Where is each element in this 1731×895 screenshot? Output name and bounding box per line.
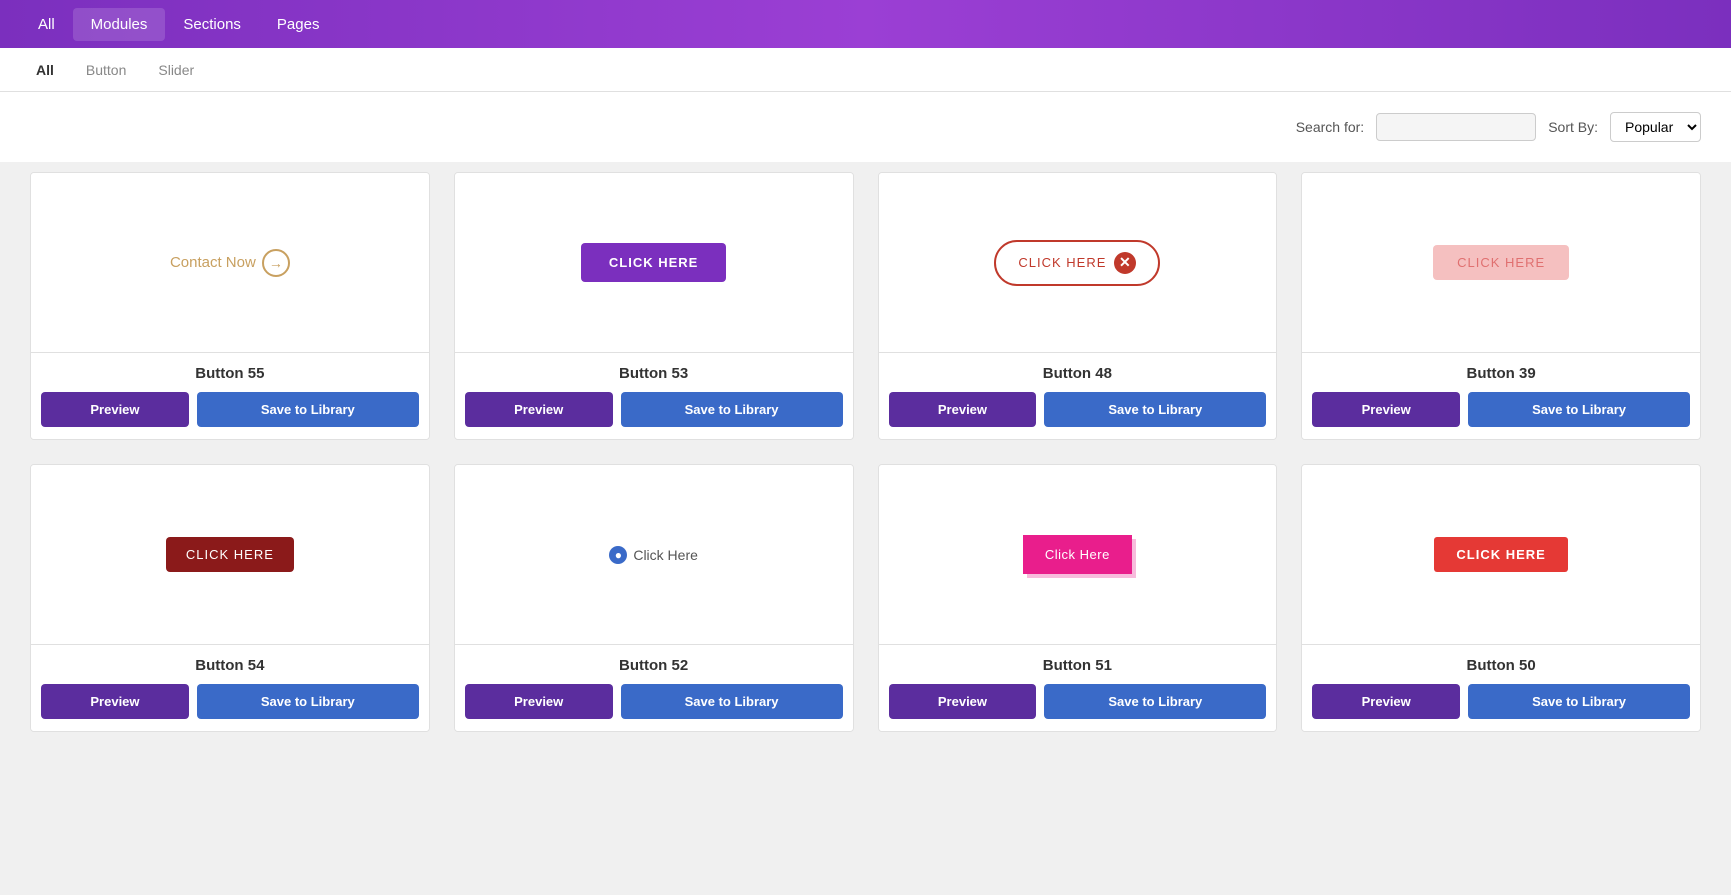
top-nav-sections[interactable]: Sections xyxy=(165,8,259,41)
top-nav-all[interactable]: All xyxy=(20,8,73,41)
sort-select[interactable]: Popular xyxy=(1610,112,1701,142)
btn-55-text: Contact Now xyxy=(170,254,256,271)
card-53-preview-btn[interactable]: Preview xyxy=(465,392,613,427)
btn-55-arrow: → xyxy=(262,249,290,277)
card-51-title: Button 51 xyxy=(889,657,1267,674)
card-52-save-btn[interactable]: Save to Library xyxy=(621,684,843,719)
card-48-preview: CLICK HERE ✕ xyxy=(879,173,1277,353)
card-55-save-btn[interactable]: Save to Library xyxy=(197,392,419,427)
card-52-title: Button 52 xyxy=(465,657,843,674)
card-grid: Contact Now → Button 55 Preview Save to … xyxy=(0,162,1731,762)
card-55-preview-btn[interactable]: Preview xyxy=(41,392,189,427)
card-53-actions: Preview Save to Library xyxy=(465,392,843,427)
card-39-preview-btn[interactable]: Preview xyxy=(1312,392,1460,427)
search-input[interactable] xyxy=(1376,113,1536,141)
search-label: Search for: xyxy=(1296,119,1364,135)
btn-52-text: Click Here xyxy=(633,547,698,563)
card-53-footer: Button 53 Preview Save to Library xyxy=(455,353,853,439)
card-39-footer: Button 39 Preview Save to Library xyxy=(1302,353,1700,439)
card-48-footer: Button 48 Preview Save to Library xyxy=(879,353,1277,439)
sub-nav-button[interactable]: Button xyxy=(70,54,142,86)
btn-style-50: CLICK HERE xyxy=(1434,537,1567,572)
card-55-footer: Button 55 Preview Save to Library xyxy=(31,353,429,439)
sub-nav-slider[interactable]: Slider xyxy=(142,54,210,86)
card-50-preview: CLICK HERE xyxy=(1302,465,1700,645)
card-48: CLICK HERE ✕ Button 48 Preview Save to L… xyxy=(878,172,1278,440)
card-54: CLICK HERE Button 54 Preview Save to Lib… xyxy=(30,464,430,732)
card-48-save-btn[interactable]: Save to Library xyxy=(1044,392,1266,427)
card-39: CLICK HERE Button 39 Preview Save to Lib… xyxy=(1301,172,1701,440)
card-55-actions: Preview Save to Library xyxy=(41,392,419,427)
card-50-title: Button 50 xyxy=(1312,657,1690,674)
card-53: CLICK HERE Button 53 Preview Save to Lib… xyxy=(454,172,854,440)
btn-style-54: CLICK HERE xyxy=(166,537,294,572)
card-52: ● Click Here Button 52 Preview Save to L… xyxy=(454,464,854,732)
btn-52-dot: ● xyxy=(609,546,627,564)
card-52-preview-btn[interactable]: Preview xyxy=(465,684,613,719)
card-48-title: Button 48 xyxy=(889,365,1267,382)
card-54-preview: CLICK HERE xyxy=(31,465,429,645)
search-area: Search for: Sort By: Popular xyxy=(0,92,1731,162)
card-51-footer: Button 51 Preview Save to Library xyxy=(879,645,1277,731)
card-53-save-btn[interactable]: Save to Library xyxy=(621,392,843,427)
card-55: Contact Now → Button 55 Preview Save to … xyxy=(30,172,430,440)
card-54-title: Button 54 xyxy=(41,657,419,674)
card-55-preview: Contact Now → xyxy=(31,173,429,353)
card-51-preview: Click Here xyxy=(879,465,1277,645)
card-54-save-btn[interactable]: Save to Library xyxy=(197,684,419,719)
card-52-footer: Button 52 Preview Save to Library xyxy=(455,645,853,731)
btn-48-dot: ✕ xyxy=(1114,252,1136,274)
card-50-actions: Preview Save to Library xyxy=(1312,684,1690,719)
card-53-preview: CLICK HERE xyxy=(455,173,853,353)
btn-style-55: Contact Now → xyxy=(170,249,290,277)
card-51-save-btn[interactable]: Save to Library xyxy=(1044,684,1266,719)
btn-48-text: CLICK HERE xyxy=(1018,255,1106,270)
card-53-title: Button 53 xyxy=(465,365,843,382)
top-nav-modules[interactable]: Modules xyxy=(73,8,166,41)
card-52-preview: ● Click Here xyxy=(455,465,853,645)
card-50-save-btn[interactable]: Save to Library xyxy=(1468,684,1690,719)
btn-style-39: CLICK HERE xyxy=(1433,245,1569,280)
card-54-actions: Preview Save to Library xyxy=(41,684,419,719)
card-51: Click Here Button 51 Preview Save to Lib… xyxy=(878,464,1278,732)
card-39-save-btn[interactable]: Save to Library xyxy=(1468,392,1690,427)
sub-nav-all[interactable]: All xyxy=(20,54,70,86)
card-51-actions: Preview Save to Library xyxy=(889,684,1267,719)
sub-nav: All Button Slider xyxy=(0,48,1731,92)
card-50: CLICK HERE Button 50 Preview Save to Lib… xyxy=(1301,464,1701,732)
card-55-title: Button 55 xyxy=(41,365,419,382)
top-nav: All Modules Sections Pages xyxy=(0,0,1731,48)
top-nav-pages[interactable]: Pages xyxy=(259,8,338,41)
btn-style-52: ● Click Here xyxy=(609,546,698,564)
card-52-actions: Preview Save to Library xyxy=(465,684,843,719)
card-48-actions: Preview Save to Library xyxy=(889,392,1267,427)
card-48-preview-btn[interactable]: Preview xyxy=(889,392,1037,427)
btn-style-51: Click Here xyxy=(1023,535,1132,574)
btn-style-53: CLICK HERE xyxy=(581,243,726,282)
card-51-preview-btn[interactable]: Preview xyxy=(889,684,1037,719)
card-50-footer: Button 50 Preview Save to Library xyxy=(1302,645,1700,731)
sort-label: Sort By: xyxy=(1548,119,1598,135)
card-50-preview-btn[interactable]: Preview xyxy=(1312,684,1460,719)
card-39-preview: CLICK HERE xyxy=(1302,173,1700,353)
card-54-preview-btn[interactable]: Preview xyxy=(41,684,189,719)
card-54-footer: Button 54 Preview Save to Library xyxy=(31,645,429,731)
btn-style-48: CLICK HERE ✕ xyxy=(994,240,1160,286)
card-39-actions: Preview Save to Library xyxy=(1312,392,1690,427)
card-39-title: Button 39 xyxy=(1312,365,1690,382)
